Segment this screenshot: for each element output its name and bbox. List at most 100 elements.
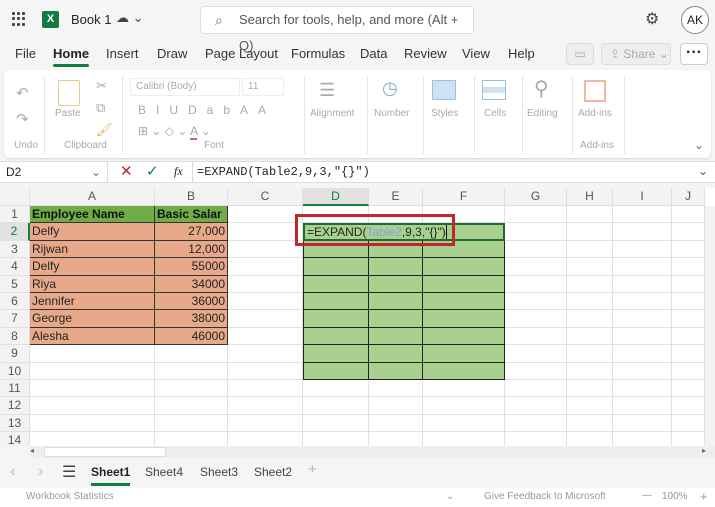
cell[interactable] (672, 397, 705, 415)
editing-button[interactable]: Editing (527, 108, 558, 119)
cell[interactable] (228, 206, 303, 224)
workbook-statistics[interactable]: Workbook Statistics (26, 491, 114, 502)
spill-cell[interactable] (369, 258, 423, 276)
cell[interactable] (155, 432, 228, 446)
more-options-button[interactable]: ··· (680, 43, 708, 65)
cell[interactable] (567, 293, 613, 311)
sheet-tab-sheet2[interactable]: Sheet2 (254, 465, 292, 479)
cell[interactable] (228, 397, 303, 415)
spill-cell[interactable] (303, 362, 369, 380)
row-header-13[interactable]: 13 (0, 414, 30, 433)
cell[interactable] (505, 293, 567, 311)
row-header-10[interactable]: 10 (0, 362, 30, 380)
cell[interactable] (613, 362, 672, 380)
app-launcher-icon[interactable] (12, 12, 26, 26)
column-header-I[interactable]: I (613, 188, 672, 206)
salary-cell[interactable]: 34000 (155, 275, 228, 293)
cell[interactable] (613, 310, 672, 328)
cell[interactable] (505, 362, 567, 380)
spill-cell[interactable] (423, 327, 505, 346)
cell[interactable] (567, 258, 613, 276)
spill-cell[interactable] (369, 293, 423, 311)
tab-formulas[interactable]: Formulas (291, 46, 345, 61)
cell[interactable] (613, 414, 672, 433)
vertical-scrollbar[interactable] (705, 206, 715, 446)
all-sheets-icon[interactable]: ☰ (62, 462, 76, 482)
select-all-corner[interactable] (0, 188, 30, 206)
row-header-9[interactable]: 9 (0, 345, 30, 363)
borders-fill-color-buttons[interactable]: ⊞ ⌄ ◇ ⌄ A ⌄ (138, 124, 211, 140)
employee-name-cell[interactable]: Rijwan (30, 240, 155, 259)
cell[interactable] (613, 345, 672, 363)
column-header-C[interactable]: C (228, 188, 303, 206)
cell[interactable] (228, 258, 303, 276)
row-header-2[interactable]: 2 (0, 223, 30, 241)
cell[interactable] (30, 380, 155, 398)
format-painter-icon[interactable]: 🖌 (96, 122, 113, 138)
cell[interactable] (567, 310, 613, 328)
cell[interactable] (30, 432, 155, 446)
cell[interactable] (369, 380, 423, 398)
tab-insert[interactable]: Insert (106, 46, 139, 61)
cell[interactable] (567, 206, 613, 224)
cell[interactable] (505, 223, 567, 241)
employee-name-cell[interactable]: George (30, 310, 155, 328)
cell[interactable] (567, 240, 613, 259)
cell[interactable] (505, 240, 567, 259)
cell[interactable] (567, 327, 613, 346)
spill-cell[interactable] (303, 310, 369, 328)
cell[interactable] (613, 223, 672, 241)
column-header-F[interactable]: F (423, 188, 505, 206)
cancel-icon[interactable]: ✕ (120, 162, 133, 180)
salary-cell[interactable]: 12,000 (155, 240, 228, 259)
cell[interactable] (567, 223, 613, 241)
cell[interactable] (672, 414, 705, 433)
cell[interactable] (228, 293, 303, 311)
function-icon[interactable]: fx (174, 164, 183, 179)
scroll-left-icon[interactable]: ◂ (30, 446, 34, 455)
spill-cell[interactable] (369, 310, 423, 328)
cell[interactable] (505, 310, 567, 328)
cell[interactable] (567, 432, 613, 446)
cell[interactable] (155, 414, 228, 433)
column-header-E[interactable]: E (369, 188, 423, 206)
comments-button[interactable]: ▭ (566, 43, 594, 65)
cell[interactable] (505, 206, 567, 224)
salary-cell[interactable]: 46000 (155, 327, 228, 346)
zoom-level[interactable]: 100% (662, 491, 688, 502)
zoom-out-icon[interactable]: — (642, 490, 652, 501)
row-header-1[interactable]: 1 (0, 206, 30, 224)
cell[interactable] (672, 258, 705, 276)
cell[interactable] (672, 432, 705, 446)
cell[interactable] (672, 275, 705, 293)
cell[interactable] (672, 206, 705, 224)
row-header-4[interactable]: 4 (0, 258, 30, 276)
salary-cell[interactable]: 38000 (155, 310, 228, 328)
cell[interactable] (303, 432, 369, 446)
cell[interactable] (228, 327, 303, 346)
cell[interactable] (228, 432, 303, 446)
zoom-in-icon[interactable]: + (700, 489, 708, 504)
sheet-tab-sheet4[interactable]: Sheet4 (145, 465, 183, 479)
cell[interactable] (672, 345, 705, 363)
row-header-3[interactable]: 3 (0, 240, 30, 259)
cell[interactable] (505, 432, 567, 446)
cell[interactable] (369, 414, 423, 433)
cell[interactable] (567, 414, 613, 433)
cell[interactable] (613, 206, 672, 224)
cell[interactable] (567, 345, 613, 363)
spill-cell[interactable] (423, 310, 505, 328)
cell[interactable] (228, 362, 303, 380)
cell[interactable] (672, 362, 705, 380)
gear-icon[interactable]: ⚙ (645, 9, 659, 29)
spreadsheet-grid[interactable]: A B C D E F G H I J 1 Employee Name Basic Salar 2 Delf… (0, 188, 715, 446)
cell[interactable] (30, 345, 155, 363)
cell[interactable] (423, 414, 505, 433)
cell[interactable] (30, 362, 155, 380)
column-header-H[interactable]: H (567, 188, 613, 206)
tab-help[interactable]: Help (508, 46, 535, 61)
row-header-8[interactable]: 8 (0, 327, 30, 346)
cell[interactable] (613, 380, 672, 398)
row-header-6[interactable]: 6 (0, 293, 30, 311)
add-sheet-icon[interactable]: + (308, 461, 317, 478)
